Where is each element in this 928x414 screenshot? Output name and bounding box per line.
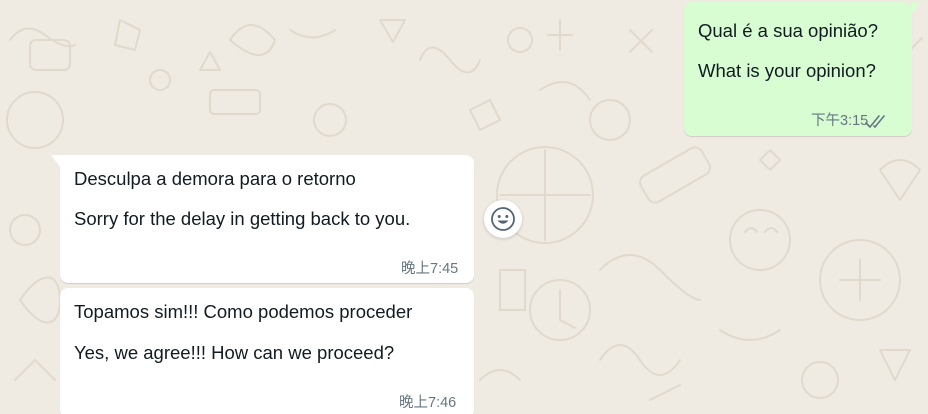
bubble-tail [51,155,60,167]
message-text-line: Desculpa a demora para o retorno [74,168,356,189]
bubble-tail [912,2,920,14]
message-text-line: Topamos sim!!! Como podemos proceder [74,301,413,322]
message-text-line: Qual é a sua opinião? [698,20,878,41]
double-check-icon [865,115,885,128]
smiley-icon [491,207,515,231]
message-text-line: Sorry for the delay in getting back to y… [74,208,411,229]
message-text-line: Yes, we agree!!! How can we proceed? [74,342,395,363]
outgoing-message-bubble[interactable]: Qual é a sua opinião? What is your opini… [684,2,920,136]
react-emoji-button[interactable] [484,200,522,238]
message-time: 晚上7:45 [401,261,459,277]
incoming-message-bubble[interactable]: Topamos sim!!! Como podemos proceder Yes… [60,288,474,414]
message-text-line: What is your opinion? [698,60,876,81]
message-time: 晚上7:46 [399,395,457,411]
incoming-message-bubble[interactable]: Desculpa a demora para o retorno Sorry f… [51,155,474,283]
message-time: 下午3:15 [811,113,869,129]
